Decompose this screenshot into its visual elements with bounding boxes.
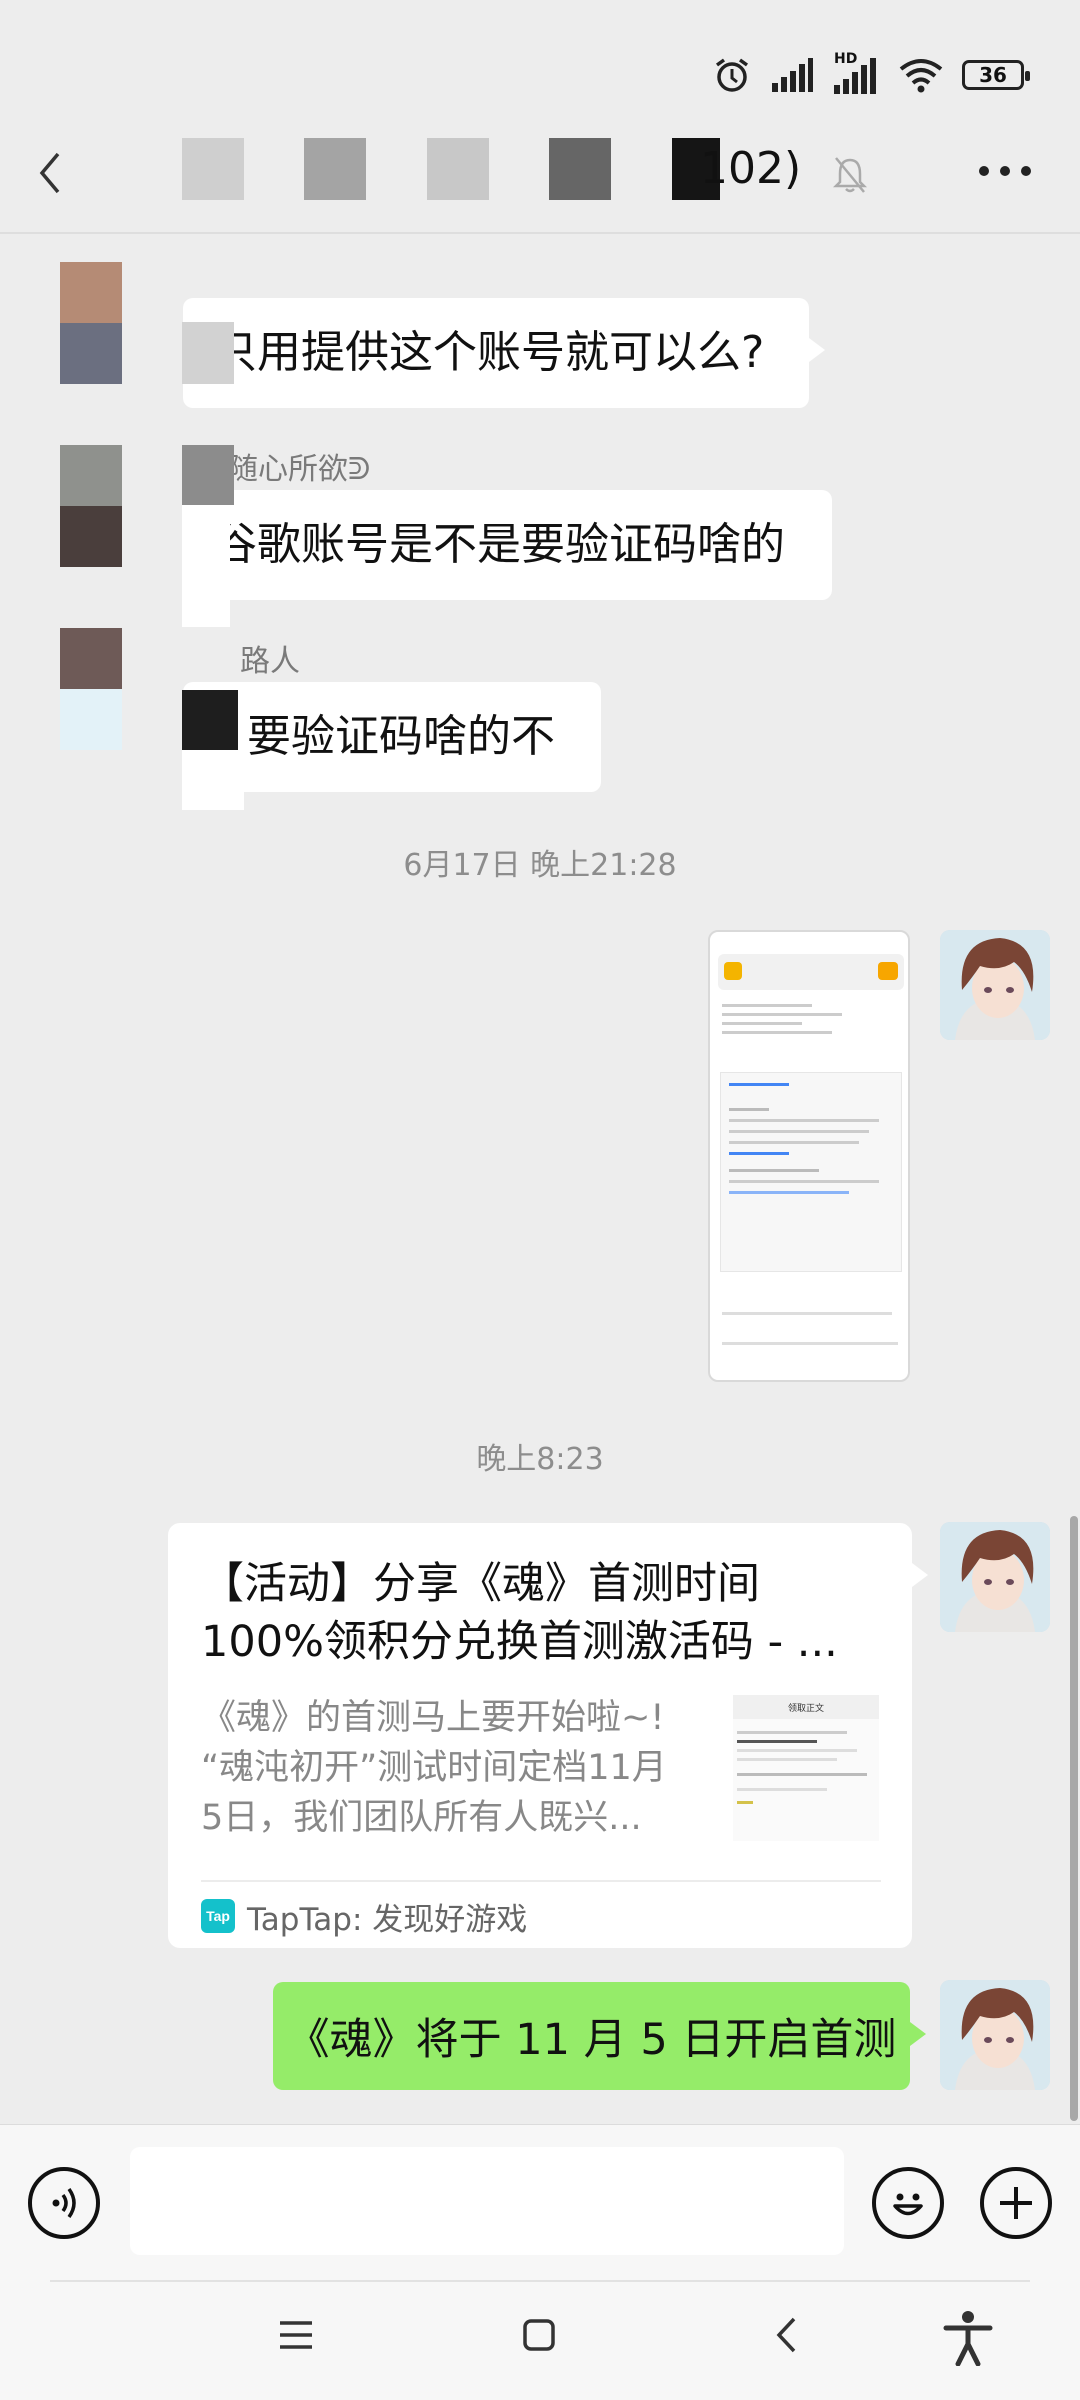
signal-hd-icon: HD — [832, 51, 880, 95]
input-bar — [0, 2124, 1080, 2280]
card-source: Tap TapTap: 发现好游戏 — [201, 1893, 527, 1939]
plus-button[interactable] — [980, 2167, 1052, 2239]
my-avatar[interactable] — [940, 930, 1050, 1040]
my-avatar[interactable] — [940, 1980, 1050, 2090]
message-text: 谷歌账号是不是要验证码啥的 — [213, 519, 785, 570]
anime-avatar-image — [940, 930, 1050, 1040]
group-member-count: 102) — [700, 143, 802, 194]
voice-icon — [52, 2187, 76, 2219]
taptap-logo-icon: Tap — [201, 1899, 235, 1933]
blurred-block — [182, 505, 230, 627]
blurred-title-block — [427, 138, 489, 200]
accessibility-icon[interactable] — [942, 2310, 994, 2366]
message-text: 只用提供这个账号就可以么? — [213, 327, 765, 378]
card-desc-line: 5日，我们团队所有人既兴... — [201, 1798, 642, 1838]
blurred-block — [182, 322, 234, 384]
back-icon[interactable] — [36, 150, 64, 196]
system-nav-bar — [0, 2280, 1080, 2400]
my-avatar[interactable] — [940, 1522, 1050, 1632]
thumb-label: 领取正文 — [733, 1695, 879, 1719]
blurred-title-block — [549, 138, 611, 200]
card-desc-line: 《魂》的首测马上要开始啦~! — [201, 1698, 665, 1738]
shared-link-card[interactable]: 【活动】分享《魂》首测时间 100%领积分兑换首测激活码 - ... 《魂》的首… — [168, 1523, 928, 1948]
emoji-button[interactable] — [872, 2167, 944, 2239]
message-input[interactable] — [130, 2147, 844, 2255]
card-source-label: TapTap: 发现好游戏 — [247, 1901, 528, 1938]
blurred-block — [182, 690, 238, 750]
scrollbar[interactable] — [1070, 1516, 1078, 2121]
back-nav-icon[interactable] — [774, 2316, 798, 2354]
wifi-icon — [899, 59, 943, 93]
screenshot-image-message[interactable] — [708, 930, 910, 1382]
blurred-block — [182, 445, 234, 505]
message-text: 要验证码啥的不 — [247, 711, 555, 762]
signal-icon — [772, 58, 813, 92]
timestamp: 6月17日 晚上21:28 — [403, 848, 677, 883]
card-title-line: 100%领积分兑换首测激活码 - ... — [201, 1617, 838, 1667]
anime-avatar-image — [940, 1522, 1050, 1632]
avatar[interactable] — [60, 262, 122, 384]
anime-avatar-image — [940, 1980, 1050, 2090]
voice-button[interactable] — [28, 2167, 100, 2239]
message-bubble[interactable]: 要验证码啥的不 — [183, 682, 601, 792]
plus-icon — [1000, 2187, 1032, 2219]
message-text: 《魂》将于 11 月 5 日开启首测 — [286, 2015, 897, 2065]
status-icons: HD 36 — [712, 51, 1030, 98]
sender-name: 路人 — [240, 644, 300, 679]
card-title: 【活动】分享《魂》首测时间 100%领积分兑换首测激活码 - ... — [201, 1555, 891, 1671]
chat-header: 102) — [0, 120, 1080, 232]
card-description: 《魂》的首测马上要开始啦~! “魂沌初开”测试时间定档11月 5日，我们团队所有… — [201, 1693, 701, 1843]
message-bubble[interactable]: 谷歌账号是不是要验证码啥的 — [183, 490, 832, 600]
sender-name: 随心所欲ᕲ — [228, 452, 371, 487]
avatar[interactable] — [60, 445, 122, 567]
home-nav-icon[interactable] — [522, 2318, 556, 2352]
blurred-title-block — [304, 138, 366, 200]
menu-nav-icon[interactable] — [278, 2320, 314, 2350]
battery-indicator: 36 — [962, 60, 1030, 90]
card-desc-line: “魂沌初开”测试时间定档11月 — [201, 1748, 667, 1788]
card-thumbnail: 领取正文 — [733, 1695, 879, 1841]
alarm-icon — [715, 58, 749, 92]
status-bar: HD 36 — [0, 0, 1080, 140]
my-message-bubble[interactable]: 《魂》将于 11 月 5 日开启首测 — [273, 1982, 926, 2090]
timestamp: 晚上8:23 — [476, 1442, 604, 1477]
blurred-title-block — [182, 138, 244, 200]
emoji-icon — [893, 2193, 923, 2216]
header-divider — [0, 232, 1080, 234]
message-bubble[interactable]: 只用提供这个账号就可以么? — [183, 298, 825, 408]
card-title-line: 【活动】分享《魂》首测时间 — [201, 1559, 760, 1609]
mute-bell-icon — [832, 157, 868, 193]
card-divider — [201, 1880, 881, 1882]
avatar[interactable] — [60, 628, 122, 750]
blurred-block — [182, 750, 244, 810]
more-icon[interactable] — [978, 164, 1032, 178]
nav-divider — [50, 2280, 1030, 2282]
